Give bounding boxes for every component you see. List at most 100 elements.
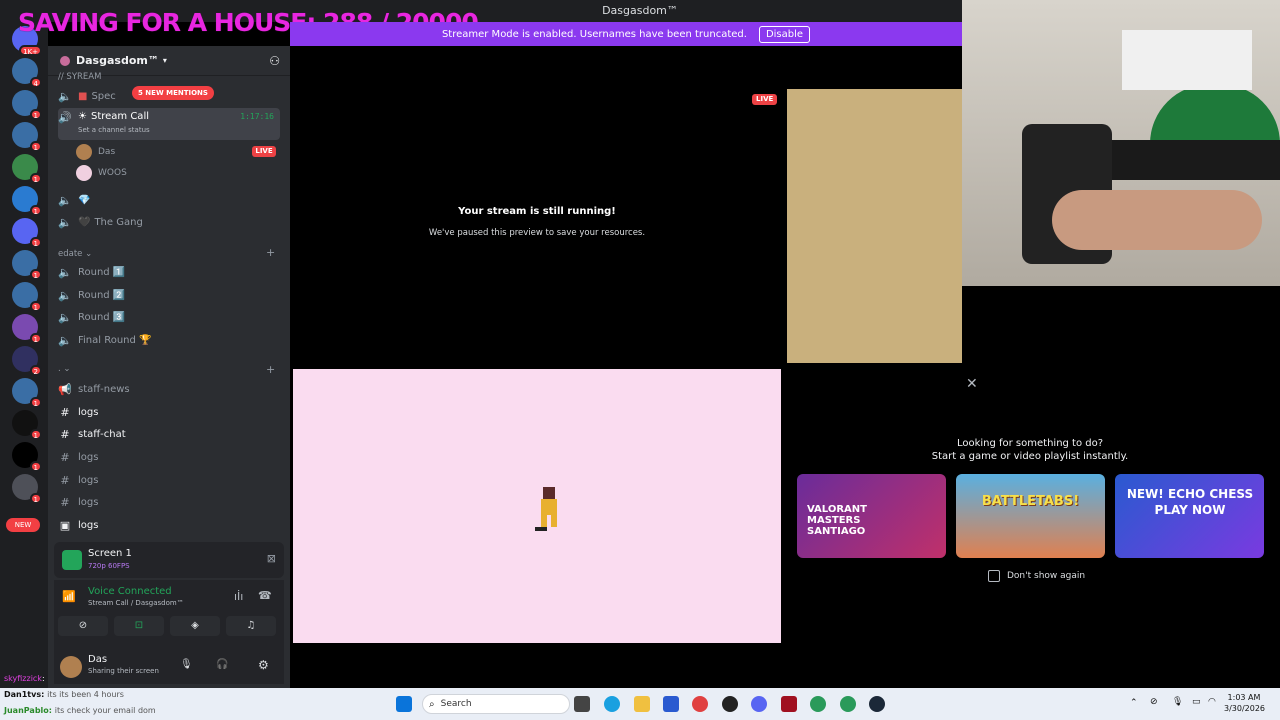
voice-channel-final-round[interactable]: 🔈 Final Round 🏆 [58, 330, 280, 350]
text-channel[interactable]: # staff-chat [58, 424, 280, 444]
voice-channel-gem[interactable]: 🔈 💎 [58, 190, 280, 210]
new-mentions-pill[interactable]: 5 NEW MENTIONS [132, 86, 214, 100]
server-icon[interactable]: 4 [12, 58, 42, 88]
add-member-icon[interactable]: ⚇ [269, 54, 280, 68]
signal-icon[interactable]: 📶 [62, 590, 76, 603]
voice-channel-round[interactable]: 🔈 Round 1️⃣ [58, 262, 280, 282]
announcement-channel[interactable]: 📢 staff-news [58, 379, 280, 399]
voice-user[interactable]: Das [76, 143, 115, 161]
game-preview-tile[interactable] [293, 369, 781, 643]
mic-icon[interactable]: 🎙 [1172, 697, 1183, 707]
character-icon [535, 487, 557, 531]
noise-suppression-icon[interactable]: ıİı [234, 590, 243, 603]
server-icon[interactable]: 1 [12, 122, 42, 152]
windows-start-icon[interactable] [396, 696, 412, 712]
avatar[interactable] [60, 656, 82, 678]
search-box[interactable]: ⌕ Search [422, 694, 570, 714]
badge: 1 [29, 461, 42, 472]
text-channel[interactable]: # logs [58, 470, 280, 490]
live-badge: LIVE [252, 146, 276, 157]
activity-card-valorant[interactable]: VALORANT MASTERS SANTIAGO [797, 474, 946, 558]
network-icon[interactable]: ⊘ [1150, 697, 1158, 707]
camera-off-button[interactable]: ⊘ [58, 616, 108, 636]
browser-icon[interactable] [810, 696, 826, 712]
server-icon[interactable]: 1 [12, 442, 42, 472]
voice-location[interactable]: Stream Call / Dasgasdom™ [88, 599, 184, 607]
username: Das [88, 654, 108, 665]
chat-msg: its check your email dom [54, 706, 156, 715]
display-icon[interactable]: ▭ [1192, 697, 1201, 707]
server-icon[interactable]: 1 [12, 378, 42, 408]
store-icon[interactable] [663, 696, 679, 712]
dont-show-checkbox[interactable] [988, 570, 1000, 582]
forum-channel[interactable]: ▣ logs [58, 515, 280, 535]
category-edate[interactable]: edate ⌄ [58, 249, 92, 259]
clock[interactable]: 1:03 AM 3/30/2026 [1224, 692, 1265, 714]
headset-icon[interactable]: 🎧 [216, 659, 228, 670]
discord-icon[interactable] [751, 696, 767, 712]
channel-label: staff-chat [78, 428, 126, 440]
server-icon[interactable]: 1 [12, 410, 42, 440]
stop-share-icon[interactable]: ⊠ [267, 552, 276, 565]
voice-channel-round[interactable]: 🔈 Round 2️⃣ [58, 285, 280, 305]
text-channel[interactable]: # logs [58, 447, 280, 467]
voice-user-name: WOOS [98, 168, 127, 178]
category-label: edate [58, 249, 83, 259]
chrome-icon[interactable] [692, 696, 708, 712]
activity-card-battletabs[interactable]: BATTLETABS! [956, 474, 1105, 558]
wifi-icon[interactable]: ◠ [1208, 697, 1216, 707]
file-explorer-icon[interactable] [634, 696, 650, 712]
activity-heading: Looking for something to do? Start a gam… [790, 438, 1270, 462]
search-icon: ⌕ [429, 698, 435, 710]
webcam-feed [962, 0, 1280, 286]
voice-channel-round[interactable]: 🔈 Round 3️⃣ [58, 307, 280, 327]
disable-button[interactable]: Disable [758, 25, 811, 43]
gear-icon[interactable]: ⚙ [258, 658, 269, 672]
avatar [76, 144, 92, 160]
close-icon[interactable]: ✕ [966, 376, 978, 392]
discord-icon[interactable]: 1 [12, 218, 42, 248]
mic-icon[interactable]: 🎙 [180, 659, 193, 670]
speaker-icon: 🔈 [58, 215, 72, 229]
chat-msg: its its been 4 hours [47, 690, 124, 699]
server-icon[interactable]: 1 [12, 186, 42, 216]
discord-icon[interactable]: 1 [12, 474, 42, 504]
steam-icon[interactable] [869, 696, 885, 712]
task-view-icon[interactable] [574, 696, 590, 712]
activity-card-echo-chess[interactable]: NEW! ECHO CHESS PLAY NOW [1115, 474, 1264, 558]
red-square-icon: ■ [78, 90, 88, 102]
server-icon [60, 55, 70, 66]
server-icon[interactable]: 1 [12, 250, 42, 280]
stream-quality: 720p 60FPS [88, 562, 130, 570]
participant-tile[interactable] [787, 89, 962, 363]
voice-user[interactable]: WOOS [76, 164, 127, 182]
activities-button[interactable]: ◈ [170, 616, 220, 636]
adobe-icon[interactable] [781, 696, 797, 712]
server-icon[interactable]: 1 [12, 282, 42, 312]
screen-share-button[interactable]: ⊡ [114, 616, 164, 636]
browser-icon[interactable] [840, 696, 856, 712]
soundboard-button[interactable]: ♫ [226, 616, 276, 636]
category-dot[interactable]: . ⌄ [58, 364, 71, 374]
channel-status[interactable]: Set a channel status [78, 126, 150, 134]
user-status: Sharing their screen [88, 667, 159, 675]
server-icon[interactable]: 1 [12, 314, 42, 344]
text-channel[interactable]: # logs [58, 402, 280, 422]
channel-label: logs [78, 474, 99, 486]
server-icon[interactable]: 1 [12, 90, 42, 120]
chat-msg: : [41, 674, 45, 683]
disconnect-icon[interactable]: ☎ [258, 589, 272, 602]
server-icon[interactable]: 1 [12, 154, 42, 184]
app-icon[interactable] [722, 696, 738, 712]
voice-channel-the-gang[interactable]: 🔈 🖤 The Gang [58, 212, 280, 232]
badge: 2 [29, 365, 42, 376]
edge-icon[interactable] [604, 696, 620, 712]
add-channel-icon[interactable]: + [266, 363, 275, 376]
voice-channel-stream-call[interactable]: 🔊 ☀ Stream Call 1:17:16 Set a channel st… [58, 108, 280, 140]
text-channel[interactable]: # logs [58, 492, 280, 512]
server-icon[interactable]: 2 [12, 346, 42, 376]
megaphone-icon: 📢 [58, 382, 72, 396]
add-channel-icon[interactable]: + [266, 246, 275, 259]
chevron-up-icon[interactable]: ⌃ [1130, 698, 1138, 708]
badge: 1 [29, 173, 42, 184]
